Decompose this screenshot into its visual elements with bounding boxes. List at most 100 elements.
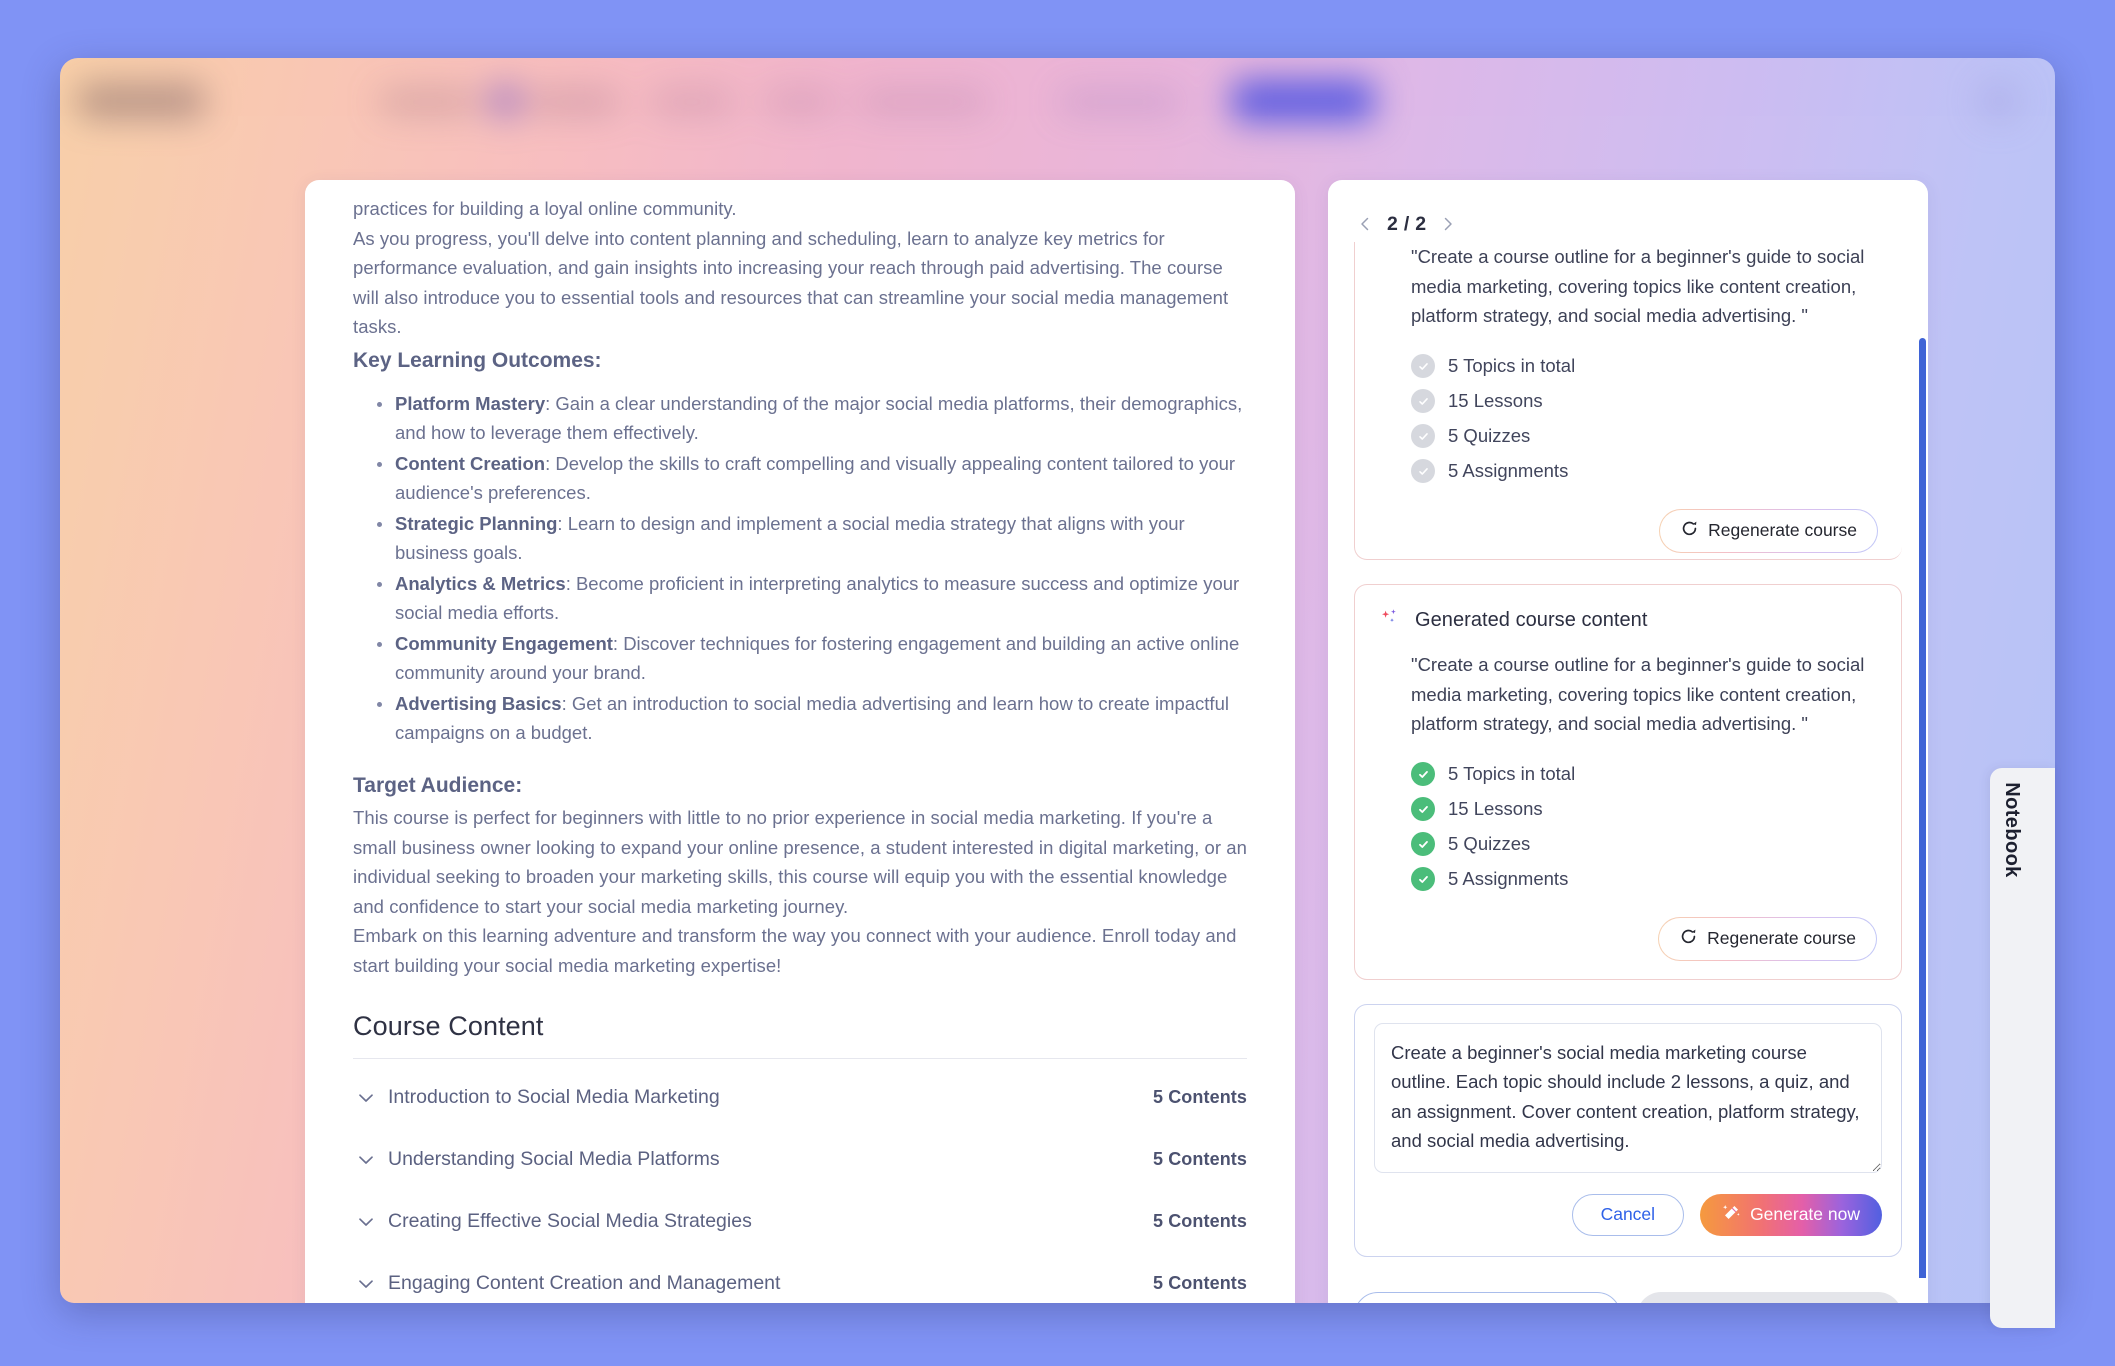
check-circle-icon bbox=[1411, 797, 1435, 821]
ai-cards-container[interactable]: "Create a course outline for a beginner'… bbox=[1328, 242, 1928, 1257]
card-header: Generated course content bbox=[1379, 607, 1877, 634]
key-learning-outcomes-heading: Key Learning Outcomes: bbox=[353, 348, 602, 372]
outcome-term: Advertising Basics bbox=[395, 692, 562, 714]
avatar[interactable] bbox=[1980, 82, 2018, 120]
course-section-title: Understanding Social Media Platforms bbox=[388, 1148, 720, 1171]
ai-panel-scrollbar[interactable] bbox=[1919, 338, 1926, 1303]
pager-label: 2 / 2 bbox=[1387, 212, 1427, 235]
chevron-down-icon[interactable] bbox=[353, 1271, 379, 1297]
outcome-term: Community Engagement bbox=[395, 632, 613, 654]
divider bbox=[353, 1057, 1247, 1059]
magic-wand-icon bbox=[1722, 1203, 1741, 1227]
stat-label: 5 Topics in total bbox=[1448, 763, 1576, 784]
generated-card-stats: 5 Topics in total 15 Lessons 5 Quizzes 5… bbox=[1379, 757, 1877, 897]
nav-item-2[interactable] bbox=[530, 90, 618, 114]
course-section-title: Creating Effective Social Media Strategi… bbox=[388, 1210, 752, 1233]
learning-outcomes-list: Platform Mastery: Gain a clear understan… bbox=[353, 389, 1247, 748]
nav-item-1[interactable] bbox=[380, 90, 476, 114]
list-item: 5 Assignments bbox=[1411, 454, 1878, 489]
chevron-right-icon[interactable] bbox=[1437, 213, 1459, 235]
document-scroll-area[interactable]: practices for building a loyal online co… bbox=[305, 180, 1295, 1303]
list-item: Advertising Basics: Get an introduction … bbox=[375, 689, 1247, 748]
list-item: 5 Quizzes bbox=[1411, 827, 1877, 862]
nav-item-6[interactable] bbox=[1060, 90, 1180, 114]
nav-item-3[interactable] bbox=[652, 90, 732, 114]
audience-paragraph-2: Embark on this learning adventure and tr… bbox=[353, 925, 1237, 976]
course-section-count: 5 Contents bbox=[1152, 1149, 1247, 1170]
course-section-title: Engaging Content Creation and Management bbox=[388, 1272, 781, 1295]
list-item: Platform Mastery: Gain a clear understan… bbox=[375, 389, 1247, 448]
regenerate-course-label: Regenerate course bbox=[1708, 520, 1857, 540]
check-circle-icon bbox=[1411, 424, 1435, 448]
regenerate-course-label: Regenerate course bbox=[1707, 928, 1856, 948]
course-section-row[interactable]: Understanding Social Media Platforms 5 C… bbox=[353, 1129, 1247, 1191]
list-item: 5 Topics in total bbox=[1411, 757, 1877, 792]
course-section-row[interactable]: Introduction to Social Media Marketing 5… bbox=[353, 1067, 1247, 1129]
stat-label: 5 Assignments bbox=[1448, 460, 1569, 481]
nav-item-5[interactable] bbox=[860, 90, 986, 114]
course-section-row[interactable]: Engaging Content Creation and Management… bbox=[353, 1253, 1247, 1303]
stat-label: 5 Quizzes bbox=[1448, 833, 1531, 854]
chevron-left-icon[interactable] bbox=[1354, 213, 1376, 235]
generated-course-content-card: Generated course content "Create a cours… bbox=[1354, 584, 1902, 980]
nav-item-2-icon[interactable] bbox=[488, 84, 522, 118]
notebook-tab[interactable]: Notebook bbox=[1990, 768, 2055, 1328]
previous-generation-card: "Create a course outline for a beginner'… bbox=[1354, 242, 1902, 560]
check-circle-icon bbox=[1411, 459, 1435, 483]
regenerate-course-button[interactable]: Regenerate course bbox=[1659, 509, 1878, 553]
course-content-heading: Course Content bbox=[353, 1010, 544, 1041]
list-item: Content Creation: Develop the skills to … bbox=[375, 449, 1247, 508]
course-document-panel: practices for building a loyal online co… bbox=[305, 180, 1295, 1303]
stat-label: 5 Topics in total bbox=[1448, 355, 1576, 376]
course-section-count: 5 Contents bbox=[1152, 1211, 1247, 1232]
stat-label: 15 Lessons bbox=[1448, 390, 1543, 411]
outcome-term: Strategic Planning bbox=[395, 512, 558, 534]
list-item: 5 Assignments bbox=[1411, 862, 1877, 897]
regenerate-row: Regenerate course bbox=[1379, 509, 1878, 553]
pager: 2 / 2 bbox=[1328, 180, 1928, 242]
cancel-button[interactable]: Cancel bbox=[1354, 1292, 1621, 1303]
list-item: Strategic Planning: Learn to design and … bbox=[375, 509, 1247, 568]
stat-label: 15 Lessons bbox=[1448, 798, 1543, 819]
outcome-term: Analytics & Metrics bbox=[395, 572, 566, 594]
prompt-input[interactable] bbox=[1374, 1022, 1882, 1173]
list-item: Community Engagement: Discover technique… bbox=[375, 629, 1247, 688]
chevron-down-icon[interactable] bbox=[353, 1085, 379, 1111]
intro-paragraph-2: As you progress, you'll delve into conte… bbox=[353, 227, 1229, 338]
list-item: 15 Lessons bbox=[1411, 384, 1878, 419]
notebook-tab-label: Notebook bbox=[2000, 782, 2023, 878]
intro-paragraph-1: practices for building a loyal online co… bbox=[353, 198, 737, 219]
course-section-row[interactable]: Creating Effective Social Media Strategi… bbox=[353, 1191, 1247, 1253]
check-circle-icon bbox=[1411, 867, 1435, 891]
nav-item-4[interactable] bbox=[766, 90, 834, 114]
generated-card-title: Generated course content bbox=[1415, 609, 1648, 631]
logo[interactable] bbox=[78, 84, 204, 118]
check-circle-icon bbox=[1411, 354, 1435, 378]
stat-label: 5 Quizzes bbox=[1448, 425, 1531, 446]
regenerate-course-button[interactable]: Regenerate course bbox=[1658, 917, 1877, 961]
list-item: Analytics & Metrics: Become proficient i… bbox=[375, 569, 1247, 628]
append-the-course-button[interactable]: Append the course bbox=[1637, 1292, 1902, 1303]
ai-panel-footer: Cancel Append the course bbox=[1328, 1278, 1928, 1303]
audience-paragraph-1: This course is perfect for beginners wit… bbox=[353, 806, 1247, 917]
list-item: 5 Quizzes bbox=[1411, 419, 1878, 454]
chevron-down-icon[interactable] bbox=[353, 1209, 379, 1235]
previous-card-quote: "Create a course outline for a beginner'… bbox=[1411, 246, 1865, 326]
generate-now-button[interactable]: Generate now bbox=[1700, 1193, 1882, 1236]
regenerate-row: Regenerate course bbox=[1379, 917, 1877, 961]
generated-card-quote: "Create a course outline for a beginner'… bbox=[1411, 654, 1865, 734]
chevron-down-icon[interactable] bbox=[353, 1147, 379, 1173]
course-section-count: 5 Contents bbox=[1152, 1273, 1247, 1294]
prompt-composer-card: Cancel Generate now bbox=[1354, 1003, 1902, 1257]
refresh-icon bbox=[1679, 927, 1698, 951]
course-section-count: 5 Contents bbox=[1152, 1087, 1247, 1108]
list-item: 5 Topics in total bbox=[1411, 349, 1878, 384]
refresh-icon bbox=[1680, 519, 1699, 543]
outcome-term: Content Creation bbox=[395, 452, 546, 474]
list-item: 15 Lessons bbox=[1411, 792, 1877, 827]
target-audience-heading: Target Audience: bbox=[353, 773, 523, 797]
prompt-cancel-button[interactable]: Cancel bbox=[1571, 1193, 1685, 1236]
prompt-actions: Cancel Generate now bbox=[1374, 1193, 1882, 1236]
sparkles-icon bbox=[1379, 607, 1401, 634]
